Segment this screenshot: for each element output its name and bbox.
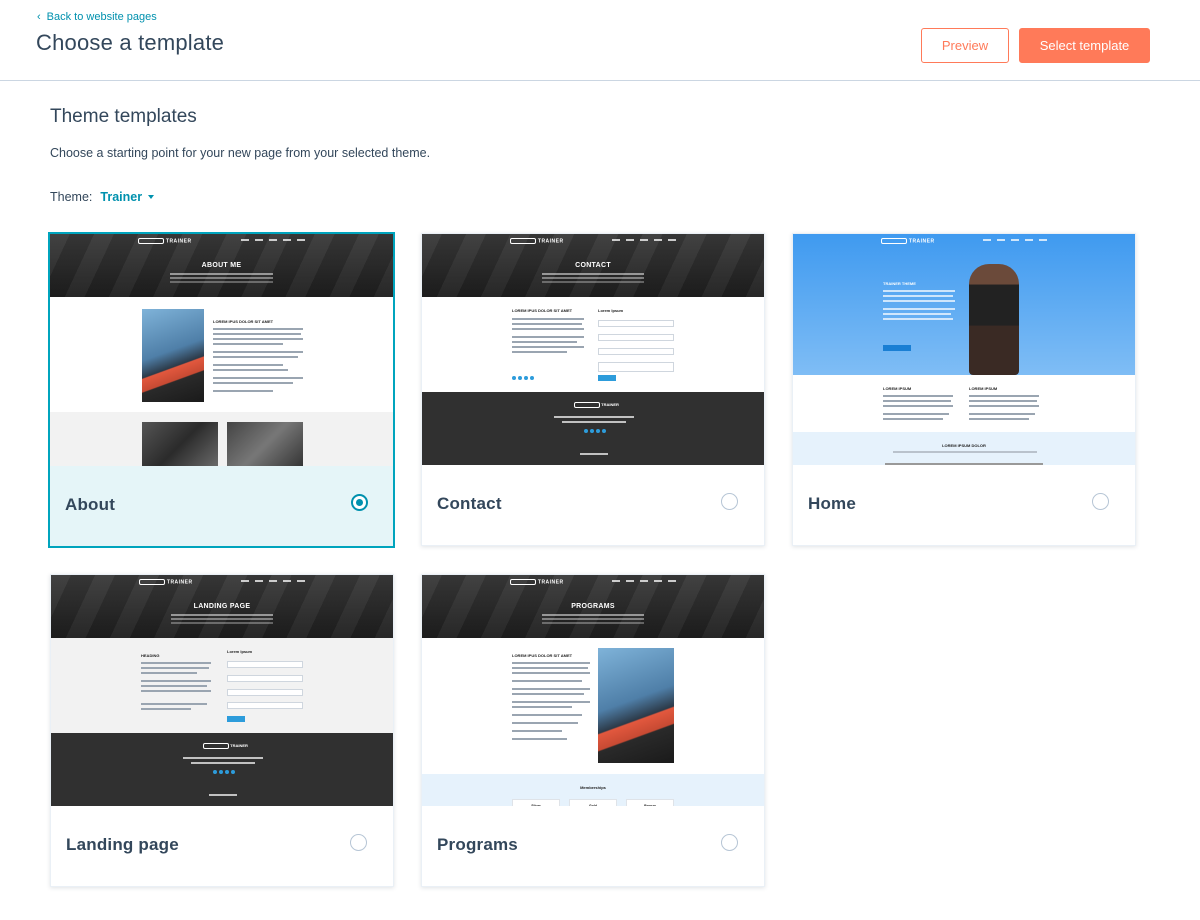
thumb-heading: LOREM IPUS DOLOR SIT AMET [512, 653, 573, 658]
card-footer: Landing page [51, 806, 393, 886]
section-title: Theme templates [50, 106, 197, 127]
thumb-hero-title: CONTACT [575, 262, 611, 269]
caret-down-icon [148, 195, 155, 199]
thumb-logo: TRAINER [139, 579, 193, 585]
radio-icon[interactable] [721, 493, 738, 510]
thumb-hero: TRAINER ABOUT ME [50, 234, 393, 297]
back-link-label: Back to website pages [46, 11, 157, 23]
radio-icon[interactable] [1092, 493, 1109, 510]
card-footer: Home [793, 465, 1135, 545]
thumb-logo: TRAINER [138, 238, 192, 244]
template-card-contact[interactable]: TRAINER CONTACT LOREM IPUS DOLOR SIT AME… [421, 233, 765, 546]
thumb-form-title: Lorem Ipsum [598, 308, 624, 313]
thumb-logo: TRAINER [510, 579, 564, 585]
theme-dropdown-value: Trainer [100, 190, 143, 204]
page-header: ‹ Back to website pages Choose a templat… [0, 0, 1200, 81]
thumb-hero-title: TRAINER THEME [883, 281, 916, 286]
card-footer: Programs [422, 806, 764, 886]
template-label: About [65, 495, 116, 514]
theme-dropdown[interactable]: Trainer [100, 190, 155, 204]
back-link[interactable]: ‹ Back to website pages [37, 11, 157, 23]
card-footer: Contact [422, 465, 764, 545]
card-footer: About [50, 466, 393, 546]
thumb-logo: TRAINER [510, 238, 564, 244]
theme-label: Theme: [50, 190, 93, 204]
template-thumbnail-about: TRAINER ABOUT ME LOREM IPUS DOLOR SIT AM… [50, 234, 393, 468]
thumb-hero: TRAINER CONTACT [422, 234, 764, 297]
page-title: Choose a template [36, 30, 225, 55]
thumb-heading: LOREM IPUS DOLOR SIT AMET [512, 308, 573, 313]
template-card-landing-page[interactable]: TRAINER LANDING PAGE HEADING Lorem Ipsum… [50, 574, 394, 887]
thumb-photo [142, 309, 204, 402]
section-description: Choose a starting point for your new pag… [50, 146, 431, 160]
thumb-gym-photo [142, 422, 218, 468]
template-card-home[interactable]: TRAINER TRAINER THEME LOREM IPSUM LOREM … [792, 233, 1136, 546]
template-label: Landing page [66, 835, 179, 854]
template-card-about[interactable]: TRAINER ABOUT ME LOREM IPUS DOLOR SIT AM… [48, 232, 395, 548]
thumb-hero-title: LANDING PAGE [193, 603, 251, 610]
theme-selector-row: Theme: Trainer [50, 190, 155, 204]
thumb-photo [598, 648, 674, 763]
thumb-runner-photo [969, 264, 1019, 375]
template-thumbnail-programs: TRAINER PROGRAMS LOREM IPUS DOLOR SIT AM… [422, 575, 764, 808]
thumb-hero: TRAINER PROGRAMS [422, 575, 764, 638]
template-card-programs[interactable]: TRAINER PROGRAMS LOREM IPUS DOLOR SIT AM… [421, 574, 765, 887]
radio-icon[interactable] [350, 834, 367, 851]
thumb-heading: LOREM IPUS DOLOR SIT AMET [213, 319, 274, 324]
template-thumbnail-landing-page: TRAINER LANDING PAGE HEADING Lorem Ipsum… [51, 575, 393, 808]
template-thumbnail-home: TRAINER TRAINER THEME LOREM IPSUM LOREM … [793, 234, 1135, 467]
template-label: Contact [437, 494, 502, 513]
thumb-hero: TRAINER LANDING PAGE [51, 575, 393, 638]
chevron-left-icon: ‹ [37, 11, 41, 23]
preview-button[interactable]: Preview [921, 28, 1009, 63]
thumb-hero [793, 234, 1135, 375]
thumb-gym-photo-2 [227, 422, 303, 468]
template-thumbnail-contact: TRAINER CONTACT LOREM IPUS DOLOR SIT AME… [422, 234, 764, 467]
select-template-button[interactable]: Select template [1019, 28, 1150, 63]
thumb-logo: TRAINER [881, 238, 935, 244]
radio-icon[interactable] [351, 494, 368, 511]
thumb-hero-title: PROGRAMS [571, 603, 615, 610]
template-label: Home [808, 494, 857, 513]
thumb-hero-title: ABOUT ME [201, 262, 242, 269]
radio-icon[interactable] [721, 834, 738, 851]
template-label: Programs [437, 835, 518, 854]
